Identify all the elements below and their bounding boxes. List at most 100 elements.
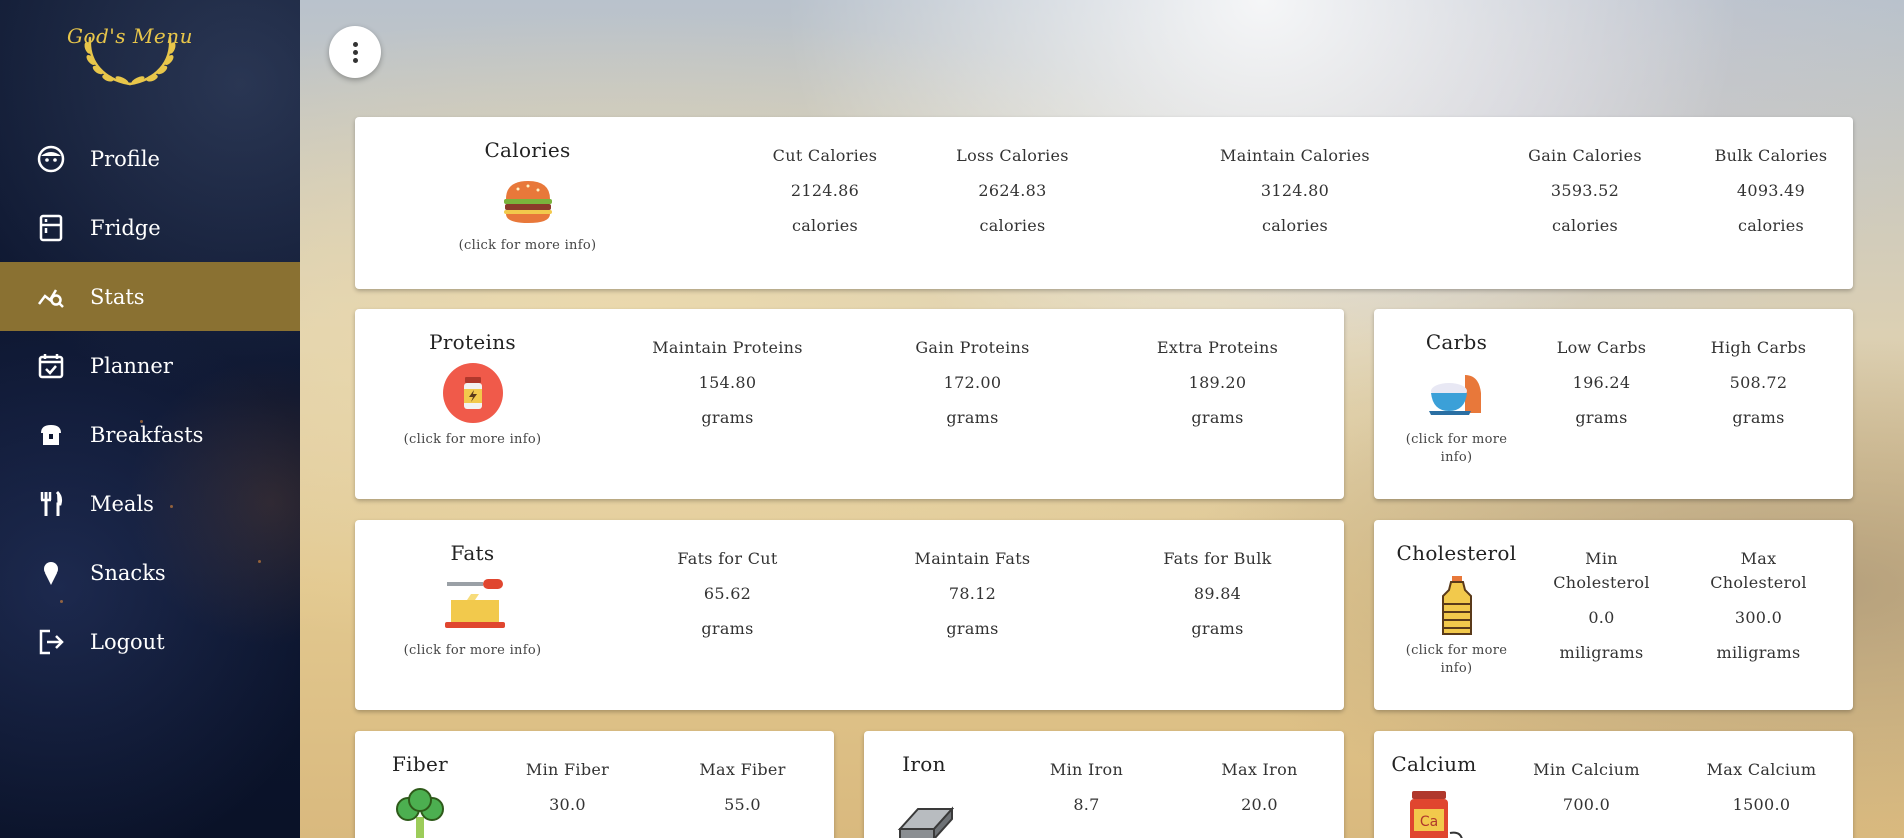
logout-icon [36,627,66,657]
stats-icon [36,282,66,312]
stat-label-line: Min [1585,549,1618,568]
min-iron-stat: Min Iron 8.7 [1014,758,1159,817]
stat-value: 3593.52 [1550,181,1620,200]
min-cholesterol-stat: Min Cholesterol 0.0 miligrams [1529,547,1674,665]
stat-value: 89.84 [1193,584,1242,603]
more-info-link[interactable]: (click for more info) [455,237,600,255]
sidebar-item-breakfasts[interactable]: Breakfasts [0,400,300,469]
stat-value: 1500.0 [1732,795,1791,814]
sidebar-item-label: Profile [90,146,160,171]
calcium-card: Calcium Ca Min Calcium 700.0 Max Calcium… [1374,731,1853,838]
calendar-check-icon [36,351,66,381]
app-logo[interactable]: God's Menu [60,18,200,90]
stat-label: Min Iron [1049,760,1124,779]
sidebar-item-logout[interactable]: Logout [0,607,300,676]
stat-label: Loss Calories [956,146,1069,165]
sidebar-item-label: Breakfasts [90,422,204,447]
stat-value: 3124.80 [1260,181,1330,200]
stat-value: 154.80 [698,373,757,392]
stat-label-line: Cholesterol [1553,573,1650,592]
sidebar-item-label: Fridge [90,215,161,240]
svg-text:Ca: Ca [1420,814,1438,830]
more-info-line: (click for more [1405,643,1508,658]
broccoli-icon [390,787,450,838]
carbs-card: Carbs (click for more info) Low Carbs 19… [1374,309,1853,499]
stat-value: 700.0 [1562,795,1611,814]
cholesterol-header[interactable]: Cholesterol (click for more info) [1384,540,1529,678]
stat-label: Max Iron [1221,760,1298,779]
fiber-card: Fiber Min Fiber 30.0 Max Fiber 55.0 [355,731,834,838]
stat-unit: grams [1575,408,1628,427]
sidebar-item-meals[interactable]: Meals [0,469,300,538]
more-info-link[interactable]: (click for more info) [1394,431,1519,467]
sidebar-item-profile[interactable]: Profile [0,124,300,193]
more-info-link[interactable]: (click for more info) [400,431,545,449]
stat-label: Low Carbs [1556,338,1647,357]
more-info-link[interactable]: (click for more info) [1384,642,1529,678]
stat-unit: calories [1737,216,1805,235]
burger-icon [498,173,558,231]
proteins-title: Proteins [429,330,516,354]
stat-value: 65.62 [703,584,752,603]
sidebar-item-label: Planner [90,353,173,378]
stat-value: 2624.83 [978,181,1047,200]
stat-value: 196.24 [1572,373,1631,392]
stat-value: 508.72 [1729,373,1788,392]
fiber-header[interactable]: Fiber [370,751,470,838]
calcium-header[interactable]: Calcium Ca [1379,751,1489,838]
stat-value: 300.0 [1734,608,1783,627]
stat-label: Min Fiber [525,760,610,779]
fats-card: Fats (click for more info) Fats for Cut … [355,520,1344,710]
stat-label: Max Calcium [1706,760,1817,779]
stat-label: High Carbs [1710,338,1807,357]
high-carbs-stat: High Carbs 508.72 grams [1686,336,1831,430]
sidebar-item-label: Stats [90,284,145,309]
sidebar-item-stats[interactable]: Stats [0,262,300,331]
sidebar-item-planner[interactable]: Planner [0,331,300,400]
stat-value: 172.00 [943,373,1002,392]
fats-header[interactable]: Fats (click for more info) [400,540,545,660]
stat-unit: grams [946,408,999,427]
stat-unit: calories [979,216,1046,235]
stat-unit: calories [791,216,859,235]
gain-calories-stat: Gain Calories 3593.52 calories [1495,144,1675,238]
stat-label: Bulk Calories [1714,146,1828,165]
calcium-title: Calcium [1391,752,1477,776]
iron-title: Iron [902,752,946,776]
max-iron-stat: Max Iron 20.0 [1187,758,1332,817]
proteins-header[interactable]: Proteins (click for more info) [400,329,545,449]
iron-card: Iron Min Iron 8.7 Max Iron 20.0 [864,731,1344,838]
stat-value: 55.0 [724,795,761,814]
stat-unit: miligrams [1559,643,1644,662]
sidebar-item-label: Snacks [90,560,166,585]
stat-unit: grams [946,619,999,638]
rice-bread-icon [1427,363,1487,425]
sidebar-item-fridge[interactable]: Fridge [0,193,300,262]
bulk-calories-stat: Bulk Calories 4093.49 calories [1681,144,1861,238]
fats-for-cut-stat: Fats for Cut 65.62 grams [625,547,830,641]
stat-value: 4093.49 [1736,181,1806,200]
more-info-link[interactable]: (click for more info) [400,642,545,660]
sidebar-item-snacks[interactable]: Snacks [0,538,300,607]
stat-value: 20.0 [1241,795,1278,814]
calories-header[interactable]: Calories (click for more info) [455,137,600,255]
carbs-header[interactable]: Carbs (click for more info) [1394,329,1519,467]
max-cholesterol-stat: Max Cholesterol 300.0 miligrams [1686,547,1831,665]
stat-value: 30.0 [549,795,586,814]
stat-label: Extra Proteins [1156,338,1279,357]
sidebar-item-label: Meals [90,491,154,516]
iron-ingot-icon [894,787,955,838]
stat-label: Maintain Fats [914,549,1031,568]
more-options-button[interactable] [329,26,381,78]
stat-label: Maintain Calories [1220,146,1370,165]
proteins-card: Proteins (click for more info) Maintain … [355,309,1344,499]
sidebar: God's Menu Profile Fridge Stats Planner [0,0,300,838]
iron-header[interactable]: Iron [874,751,974,838]
stat-value: 189.20 [1188,373,1247,392]
stat-value: 8.7 [1073,795,1100,814]
stat-unit: grams [1191,619,1244,638]
loss-calories-stat: Loss Calories 2624.83 calories [940,144,1085,238]
butter-icon [443,574,505,636]
maintain-calories-stat: Maintain Calories 3124.80 calories [1205,144,1385,238]
more-info-line: info) [1440,450,1473,465]
